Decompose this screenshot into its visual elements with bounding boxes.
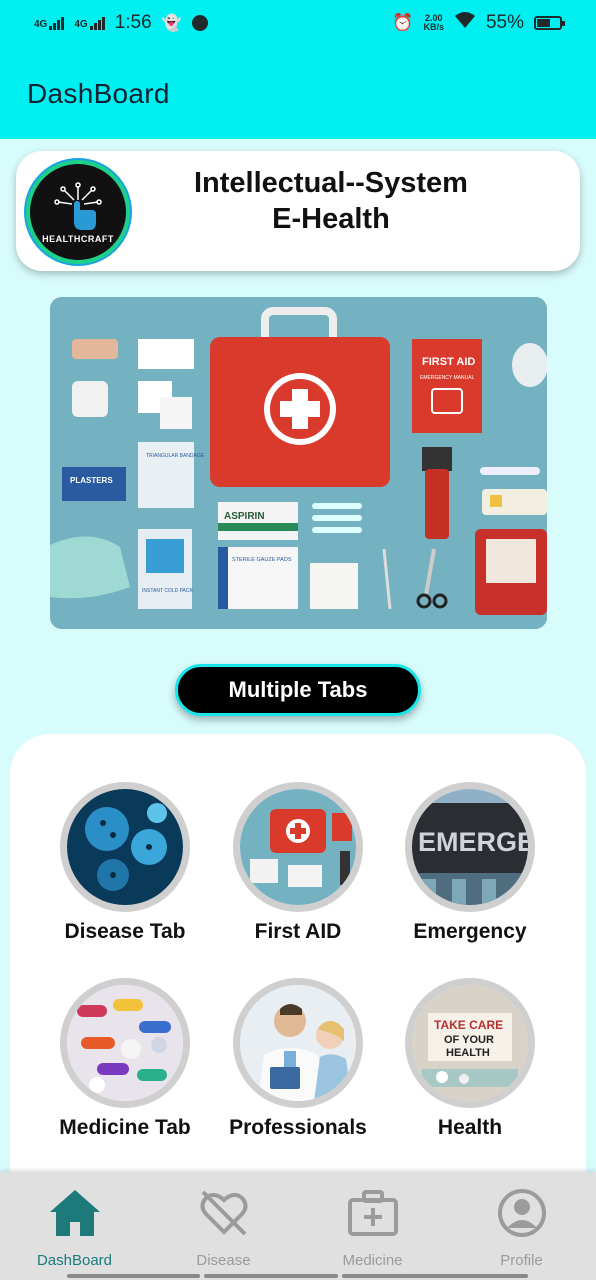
tile-emergency[interactable]: EMERGE Emergency [385, 782, 555, 952]
tile-emergency-label: Emergency [413, 920, 527, 943]
tile-disease-label: Disease Tab [64, 920, 186, 943]
nav-profile-label: Profile [500, 1252, 543, 1269]
doctor-image-icon [233, 978, 363, 1108]
network-type-1: 4G [34, 18, 48, 30]
wifi-icon [454, 11, 476, 35]
tile-health-label: Health [437, 1116, 503, 1139]
aspirin-label: ASPIRIN [224, 511, 265, 522]
bottom-navigation: DashBoard Disease Medicine Profile [0, 1172, 596, 1280]
speed-unit: KB/s [423, 22, 444, 32]
healthcraft-logo: HEALTHCRAFT [26, 160, 130, 264]
tile-professionals[interactable]: Professionals [213, 978, 383, 1148]
status-bar: 4G 4G 1:56 👻 ⏰ 2.00 KB/s 55% [0, 0, 596, 46]
tile-medicine[interactable]: Medicine Tab [40, 978, 210, 1148]
nav-disease[interactable]: Disease [149, 1172, 298, 1280]
home-icon [49, 1190, 100, 1236]
gesture-bar-1 [67, 1274, 200, 1278]
pills-image-icon [60, 978, 190, 1108]
first-aid-banner-image: FIRST AID EMERGENCY MANUAL PLASTERS TRIA… [50, 297, 547, 629]
tile-medicine-label: Medicine Tab [59, 1116, 191, 1139]
health-text: HEALTH [446, 1047, 490, 1059]
plasters-label: PLASTERS [70, 476, 113, 485]
network-speed: 2.00 KB/s [423, 14, 444, 32]
virus-image-icon [60, 782, 190, 912]
triangular-bandage-label: TRIANGULAR BANDAGE [146, 453, 205, 459]
take-care-sign-image-icon: TAKE CARE OF YOUR HEALTH [405, 978, 535, 1108]
app-bar: 4G 4G 1:56 👻 ⏰ 2.00 KB/s 55% DashBoard [0, 0, 596, 139]
emergency-sign-image-icon: EMERGE [405, 782, 535, 912]
app-name: Intellectual--System E-Health [146, 165, 516, 237]
user-circle-icon [497, 1189, 546, 1237]
logo-text: HEALTHCRAFT [42, 234, 114, 244]
emergency-manual-label: EMERGENCY MANUAL [420, 375, 475, 381]
header-card: HEALTHCRAFT Intellectual--System E-Healt… [16, 151, 580, 271]
app-name-line2: E-Health [272, 203, 390, 235]
app-name-line1: Intellectual--System [194, 167, 468, 199]
tabs-grid: Disease Tab First AID EMERGE Emergency M… [10, 734, 586, 1194]
first-aid-kit-illustration: FIRST AID EMERGENCY MANUAL PLASTERS TRIA… [50, 297, 547, 629]
nav-dashboard-label: DashBoard [36, 1252, 113, 1269]
signal-icon-1: 4G [34, 16, 65, 30]
tile-professionals-label: Professionals [229, 1116, 367, 1139]
tile-first-aid[interactable]: First AID [213, 782, 383, 952]
page-title: DashBoard [27, 78, 170, 109]
battery-icon [534, 16, 565, 30]
cold-pack-label: INSTANT COLD PACK [142, 588, 194, 594]
alarm-icon: ⏰ [392, 13, 414, 32]
nav-medicine-label: Medicine [342, 1252, 403, 1269]
first-aid-kit-image-icon [233, 782, 363, 912]
gesture-bar-2 [204, 1274, 338, 1278]
battery-percent: 55% [485, 12, 524, 33]
nav-disease-label: Disease [196, 1252, 251, 1269]
heart-off-icon [200, 1190, 247, 1236]
take-care-text: TAKE CARE [434, 1018, 503, 1032]
status-time: 1:56 [114, 12, 152, 33]
notification-icon [191, 15, 208, 31]
signal-icon-2: 4G [74, 16, 105, 30]
gesture-bar-3 [342, 1274, 528, 1278]
tile-health[interactable]: TAKE CARE OF YOUR HEALTH Health [385, 978, 555, 1148]
network-type-2: 4G [74, 18, 88, 30]
emergency-sign-text: EMERGE [418, 827, 528, 857]
of-your-text: OF YOUR [444, 1034, 494, 1046]
tile-first-aid-label: First AID [254, 920, 342, 943]
nav-medicine[interactable]: Medicine [298, 1172, 447, 1280]
sterile-pads-label: STERILE GAUZE PADS [232, 557, 292, 563]
medical-kit-icon [347, 1190, 398, 1236]
snapchat-icon: 👻 [161, 15, 182, 32]
nav-profile[interactable]: Profile [447, 1172, 596, 1280]
multiple-tabs-button[interactable]: Multiple Tabs [175, 664, 421, 716]
tile-disease[interactable]: Disease Tab [40, 782, 210, 952]
first-aid-book-title: FIRST AID [422, 356, 475, 368]
nav-dashboard[interactable]: DashBoard [0, 1172, 149, 1280]
hand-circuit-icon [54, 182, 102, 230]
